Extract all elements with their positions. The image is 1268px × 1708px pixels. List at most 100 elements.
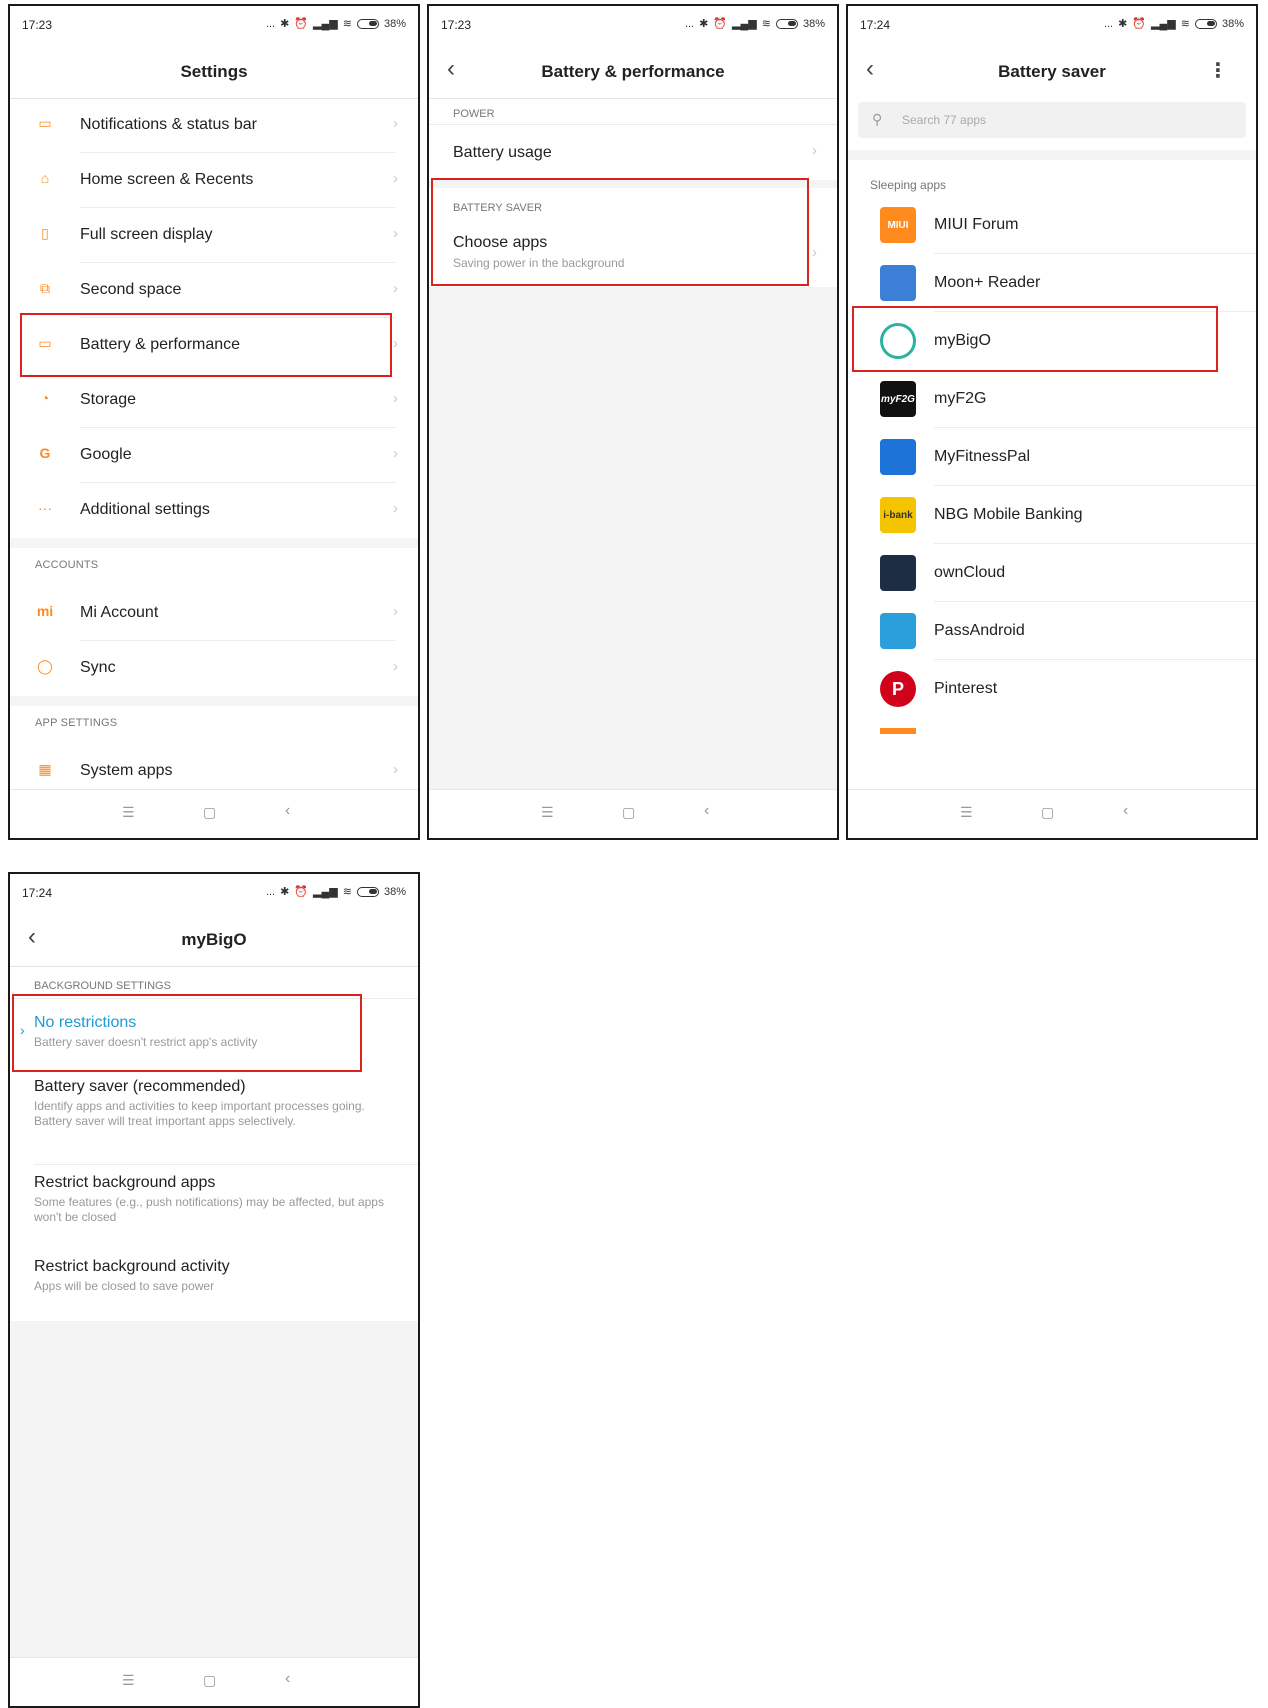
battery-icon <box>356 886 379 897</box>
settings-item-label: System apps <box>80 762 173 779</box>
chevron-right-icon: › <box>393 115 398 132</box>
menu-icon[interactable]: ☰ <box>541 804 554 821</box>
app-row-miui-forum[interactable]: MIUI MIUI Forum <box>848 196 1256 254</box>
app-row-myfitnesspal[interactable]: MyFitnessPal <box>848 428 1256 486</box>
settings-item-notifications[interactable]: ▭ Notifications & status bar › <box>10 98 418 153</box>
second-space-icon: ⧉ <box>40 280 50 296</box>
highlight-box <box>852 306 1218 372</box>
signal-icon: ▂▄▆ <box>313 18 338 30</box>
menu-icon[interactable]: ☰ <box>122 1672 135 1689</box>
full-screen-icon: ▯ <box>41 225 49 241</box>
app-name: NBG Mobile Banking <box>934 506 1083 523</box>
option-title: Restrict background apps <box>34 1174 216 1191</box>
home-screen-icon: ⌂ <box>40 170 50 186</box>
option-battery-saver[interactable]: Battery saver (recommended) Identify app… <box>34 1078 390 1129</box>
alarm-icon: ⏰ <box>294 18 309 30</box>
settings-item-second-space[interactable]: ⧉ Second space › <box>10 263 418 318</box>
back-icon[interactable]: ‹ <box>285 802 290 820</box>
home-icon[interactable]: ▢ <box>1041 804 1054 821</box>
settings-item-storage[interactable]: ◔ Storage › <box>10 373 418 428</box>
plane-ticket-icon <box>880 613 916 649</box>
app-name: PassAndroid <box>934 622 1025 639</box>
section-header-app-settings: APP SETTINGS <box>35 717 118 729</box>
status-icons: ... ✱ ⏰ ▂▄▆ ≋ 38% <box>265 885 406 899</box>
mi-logo-icon: mi <box>36 603 54 619</box>
nav-bar: ☰ ▢ ‹ <box>10 789 418 838</box>
app-row-owncloud[interactable]: ownCloud <box>848 544 1256 602</box>
app-row-nbg-mobile-banking[interactable]: i-bank NBG Mobile Banking <box>848 486 1256 544</box>
battery-percent: 38% <box>383 17 406 30</box>
search-input[interactable]: ⚲ Search 77 apps <box>858 102 1246 138</box>
highlight-box <box>12 994 362 1072</box>
app-row-myf2g[interactable]: myF2G myF2G <box>848 370 1256 428</box>
back-icon[interactable]: ‹ <box>285 1670 290 1688</box>
status-icons: ... ✱ ⏰ ▂▄▆ ≋ 38% <box>1103 17 1244 31</box>
settings-item-label: Second space <box>80 281 182 298</box>
settings-item-additional[interactable]: ··· Additional settings › <box>10 483 418 538</box>
status-time: 17:24 <box>860 18 891 32</box>
menu-icon[interactable]: ☰ <box>960 804 973 821</box>
divider <box>429 124 837 125</box>
more-dots-icon: ... <box>1103 17 1114 30</box>
app-name: MyFitnessPal <box>934 448 1031 465</box>
back-icon[interactable]: ‹ <box>1123 802 1128 820</box>
settings-item-sync[interactable]: ◯ Sync › <box>10 641 418 696</box>
divider <box>34 1164 418 1165</box>
more-dots-icon: ... <box>265 885 276 898</box>
chevron-right-icon: › <box>393 335 398 352</box>
menu-icon[interactable]: ☰ <box>122 804 135 821</box>
section-header-power: POWER <box>453 108 495 120</box>
battery-percent: 38% <box>802 17 825 30</box>
google-icon: G <box>39 445 51 461</box>
settings-item-label: Notifications & status bar <box>80 116 257 133</box>
battery-icon <box>1194 18 1217 29</box>
section-header-background: BACKGROUND SETTINGS <box>34 980 171 992</box>
option-restrict-background-activity[interactable]: Restrict background activity Apps will b… <box>34 1258 390 1294</box>
section-header-sleeping: Sleeping apps <box>870 178 947 192</box>
settings-item-google[interactable]: G Google › <box>10 428 418 483</box>
alarm-icon: ⏰ <box>294 886 309 898</box>
app-row-moon-reader[interactable]: Moon+ Reader <box>848 254 1256 312</box>
home-icon[interactable]: ▢ <box>203 1672 216 1689</box>
fitness-figure-icon <box>880 439 916 475</box>
highlight-box <box>20 313 392 377</box>
search-placeholder: Search 77 apps <box>902 113 987 127</box>
section-gap <box>848 150 1256 160</box>
back-icon[interactable]: ‹ <box>704 802 709 820</box>
settings-item-home-screen[interactable]: ⌂ Home screen & Recents › <box>10 153 418 208</box>
battery-saver-screen: 17:24 ... ✱ ⏰ ▂▄▆ ≋ 38% ‹ Battery saver … <box>846 4 1258 840</box>
more-dots-icon: ··· <box>38 500 52 516</box>
option-title: Battery saver (recommended) <box>34 1078 246 1095</box>
nav-bar: ☰ ▢ ‹ <box>848 789 1256 838</box>
chevron-right-icon: › <box>393 280 398 297</box>
settings-item-label: Sync <box>80 659 116 676</box>
more-dots-icon: ... <box>684 17 695 30</box>
app-row-pinterest[interactable]: P Pinterest <box>848 660 1256 718</box>
settings-item-mi-account[interactable]: mi Mi Account › <box>10 586 418 641</box>
wifi-icon: ≋ <box>761 18 771 30</box>
battery-usage-item[interactable]: Battery usage › <box>429 128 837 180</box>
option-description: Battery saver will treat important apps … <box>34 1114 296 1128</box>
battery-performance-screen: 17:23 ... ✱ ⏰ ▂▄▆ ≋ 38% ‹ Battery & perf… <box>427 4 839 840</box>
bluetooth-icon: ✱ <box>1118 18 1128 30</box>
settings-item-full-screen[interactable]: ▯ Full screen display › <box>10 208 418 263</box>
option-description: Apps will be closed to save power <box>34 1279 215 1293</box>
bluetooth-icon: ✱ <box>280 18 290 30</box>
battery-percent: 38% <box>383 885 406 898</box>
page-title: Battery saver <box>998 62 1106 81</box>
wifi-icon: ≋ <box>342 886 352 898</box>
option-restrict-background-apps[interactable]: Restrict background apps Some features (… <box>34 1174 390 1225</box>
pinterest-icon: P <box>880 671 916 707</box>
miui-forum-icon: MIUI <box>880 207 916 243</box>
chevron-right-icon: › <box>393 603 398 620</box>
home-icon[interactable]: ▢ <box>622 804 635 821</box>
app-row-passandroid[interactable]: PassAndroid <box>848 602 1256 660</box>
signal-icon: ▂▄▆ <box>732 18 757 30</box>
more-options-icon[interactable]: ⋮ <box>1208 58 1228 83</box>
status-time: 17:23 <box>22 18 53 32</box>
status-bar: 17:24 ... ✱ ⏰ ▂▄▆ ≋ 38% <box>848 6 1256 44</box>
battery-percent: 38% <box>1221 17 1244 30</box>
nav-bar: ☰ ▢ ‹ <box>10 1657 418 1706</box>
section-header-accounts: ACCOUNTS <box>35 559 99 571</box>
home-icon[interactable]: ▢ <box>203 804 216 821</box>
